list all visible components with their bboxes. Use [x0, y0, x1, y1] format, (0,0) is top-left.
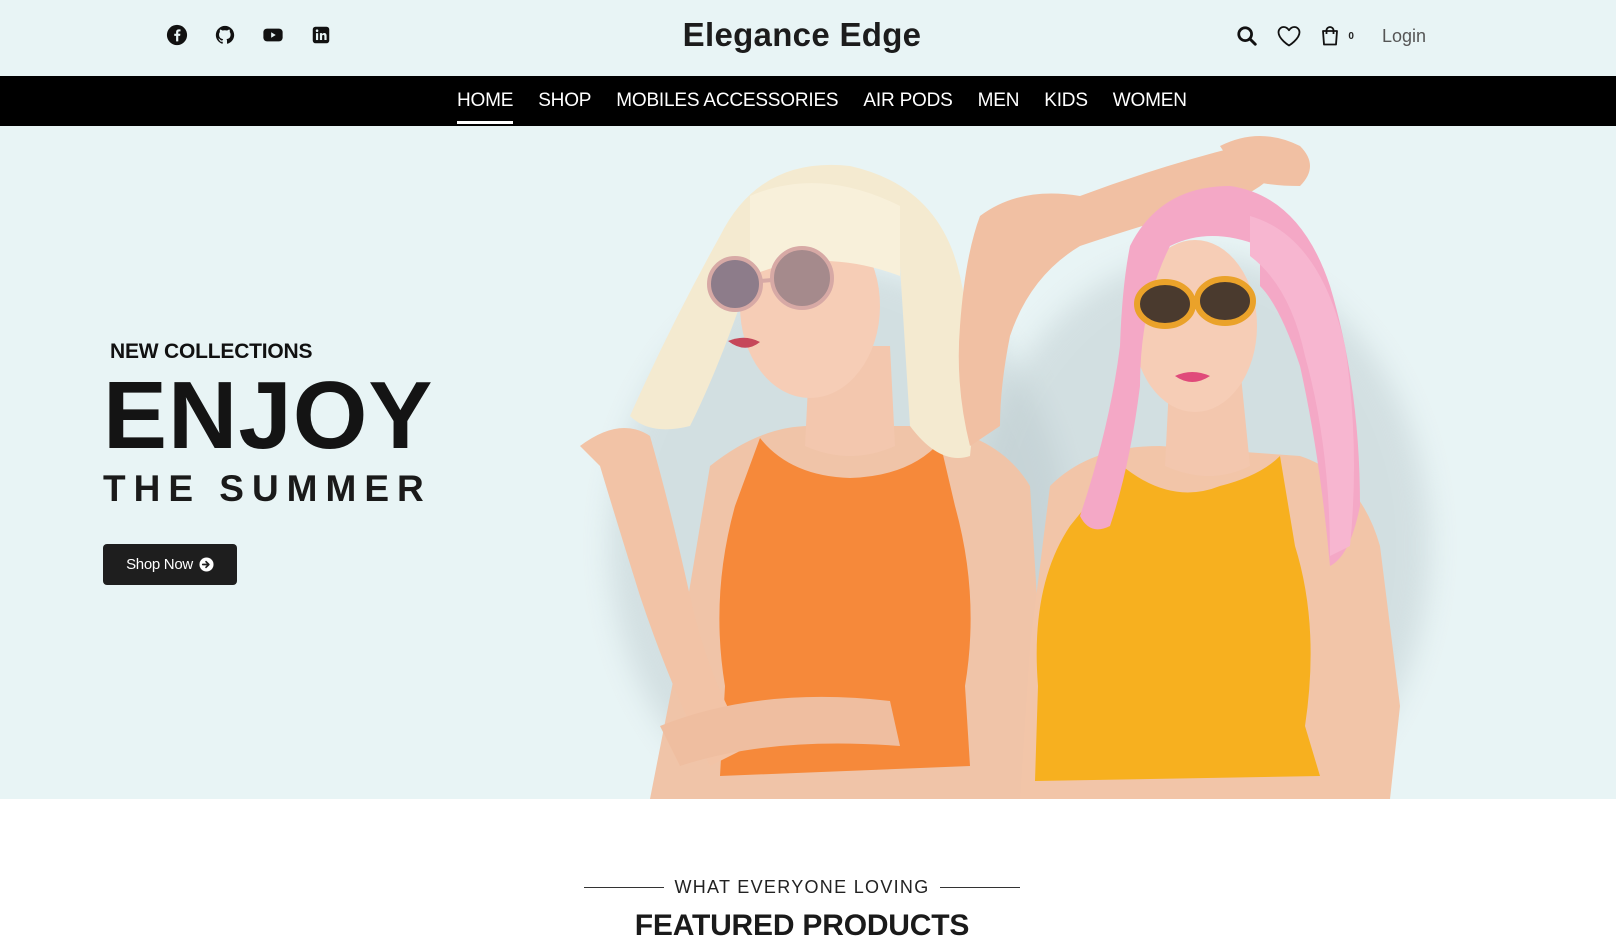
cart-count-badge: 0	[1348, 30, 1354, 42]
hero-subtitle: NEW COLLECTIONS	[110, 340, 313, 363]
shop-now-button[interactable]: Shop Now	[103, 544, 237, 585]
nav-item-men[interactable]: MEN	[978, 76, 1020, 126]
hero-tagline: THE SUMMER	[103, 468, 432, 509]
nav-item-mobiles-accessories[interactable]: MOBILES ACCESSORIES	[616, 76, 838, 126]
cart-icon	[1322, 26, 1339, 46]
featured-section: WHAT EVERYONE LOVING FEATURED PRODUCTS	[0, 799, 1616, 952]
header-actions: 0 Login	[1236, 22, 1426, 50]
top-header: Elegance Edge 0 Login	[0, 0, 1616, 76]
hero-models-image	[580, 136, 1430, 799]
search-button[interactable]	[1236, 22, 1258, 50]
nav-menu: HOME SHOP MOBILES ACCESSORIES AIR PODS M…	[457, 76, 1212, 126]
featured-eyebrow-text: WHAT EVERYONE LOVING	[674, 877, 930, 897]
featured-eyebrow: WHAT EVERYONE LOVING	[0, 877, 1604, 898]
wishlist-button[interactable]	[1276, 22, 1302, 50]
nav-item-shop[interactable]: SHOP	[538, 76, 591, 126]
heart-icon	[1277, 26, 1301, 47]
hero-banner: NEW COLLECTIONS ENJOY THE SUMMER Shop No…	[0, 126, 1616, 799]
featured-title: FEATURED PRODUCTS	[634, 909, 970, 942]
divider-right	[939, 887, 1020, 888]
hero-text: NEW COLLECTIONS ENJOY THE SUMMER	[103, 340, 433, 510]
nav-item-air-pods[interactable]: AIR PODS	[863, 76, 952, 126]
search-icon	[1237, 26, 1258, 46]
shop-now-label: Shop Now	[126, 556, 193, 573]
main-nav: HOME SHOP MOBILES ACCESSORIES AIR PODS M…	[0, 76, 1616, 126]
divider-left	[584, 887, 665, 888]
nav-item-home[interactable]: HOME	[457, 76, 514, 126]
nav-item-kids[interactable]: KIDS	[1044, 76, 1088, 126]
hero-headline: ENJOY	[103, 362, 434, 469]
nav-item-women[interactable]: WOMEN	[1113, 76, 1187, 126]
cart-button[interactable]: 0	[1320, 22, 1354, 50]
login-link[interactable]: Login	[1382, 26, 1426, 47]
arrow-circle-right-icon	[199, 557, 214, 572]
